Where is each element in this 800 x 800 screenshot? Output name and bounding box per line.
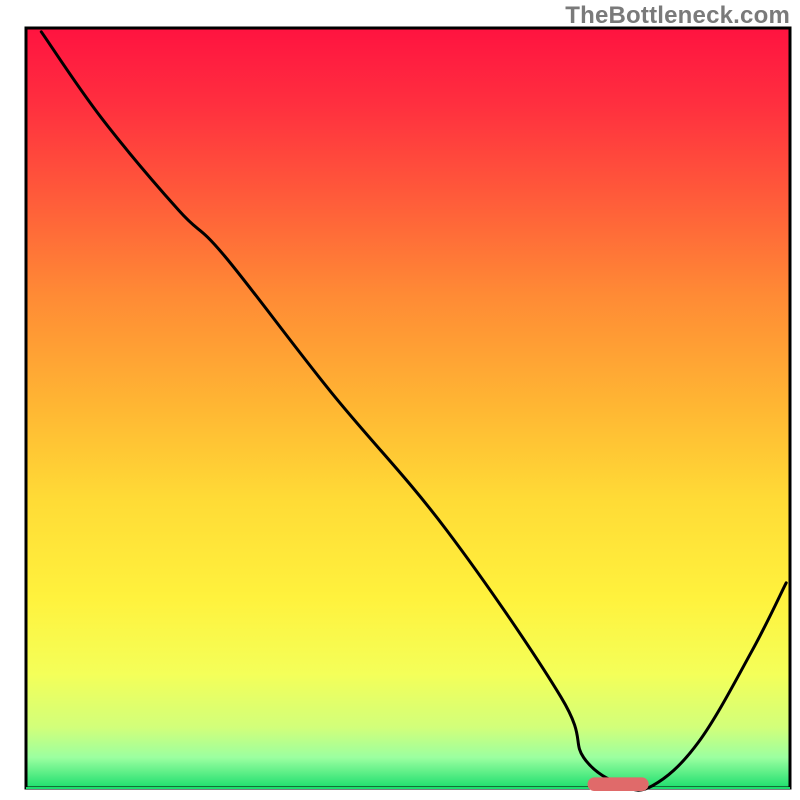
chart-stage: TheBottleneck.com bbox=[0, 0, 800, 800]
chart-svg bbox=[0, 0, 800, 800]
plot-area bbox=[26, 28, 790, 791]
optimal-pill bbox=[588, 777, 649, 791]
gradient-background bbox=[26, 28, 790, 788]
